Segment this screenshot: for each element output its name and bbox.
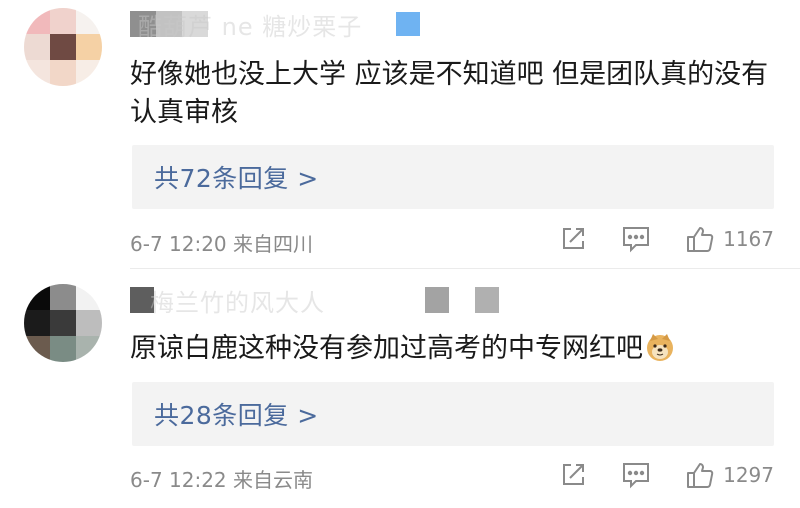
username[interactable]: 酷葫芦 ne 糖炒栗子: [130, 6, 421, 42]
like-button[interactable]: 1297: [685, 460, 774, 490]
thumbs-up-icon: [687, 463, 714, 488]
comment-location: 来自四川: [233, 232, 314, 256]
avatar[interactable]: [24, 284, 102, 362]
share-icon: [563, 228, 585, 249]
comment-text: 原谅白鹿这种没有参加过高考的中专网红吧: [130, 330, 770, 368]
comment-icon: [623, 227, 650, 253]
like-count: 1167: [723, 227, 774, 251]
view-replies-link[interactable]: 共28条回复 >: [154, 396, 319, 432]
replies-box[interactable]: 共72条回复 >: [132, 145, 774, 209]
comment-date: 6-7 12:22: [130, 468, 227, 492]
share-button[interactable]: [559, 461, 587, 489]
comment-meta: 6-7 12:22 来自云南: [130, 464, 313, 493]
comment-item: 酷葫芦 ne 糖炒栗子 好像她也没上大学 应该是不知道吧 但是团队真的没有认真审…: [0, 0, 800, 270]
avatar[interactable]: [24, 8, 102, 86]
share-button[interactable]: [559, 225, 587, 253]
thumbs-up-icon: [687, 227, 714, 252]
comment-button[interactable]: [621, 225, 651, 253]
share-icon: [563, 464, 585, 485]
comment-button[interactable]: [621, 461, 651, 489]
comment-meta: 6-7 12:20 来自四川: [130, 228, 313, 257]
replies-box[interactable]: 共28条回复 >: [132, 382, 774, 446]
divider: [130, 268, 800, 269]
like-button[interactable]: 1167: [685, 224, 774, 254]
comment-item: 梅兰竹的风大人 原谅白鹿这种没有参加过高考的中专网红吧 共28条回复 > 6-7…: [0, 270, 800, 508]
comment-icon: [623, 463, 650, 489]
comment-actions: 1297: [525, 460, 774, 490]
doge-emoji: [647, 334, 673, 361]
comment-text: 好像她也没上大学 应该是不知道吧 但是团队真的没有认真审核: [130, 59, 769, 128]
comment-actions: 1167: [525, 224, 774, 254]
username[interactable]: 梅兰竹的风大人: [130, 282, 499, 318]
comment-date: 6-7 12:20: [130, 232, 227, 256]
comment-text-body: 原谅白鹿这种没有参加过高考的中专网红吧: [130, 333, 643, 364]
member-badge-icon: [396, 12, 421, 36]
comment-location: 来自云南: [233, 468, 314, 492]
like-count: 1297: [723, 463, 774, 487]
view-replies-link[interactable]: 共72条回复 >: [154, 159, 319, 195]
